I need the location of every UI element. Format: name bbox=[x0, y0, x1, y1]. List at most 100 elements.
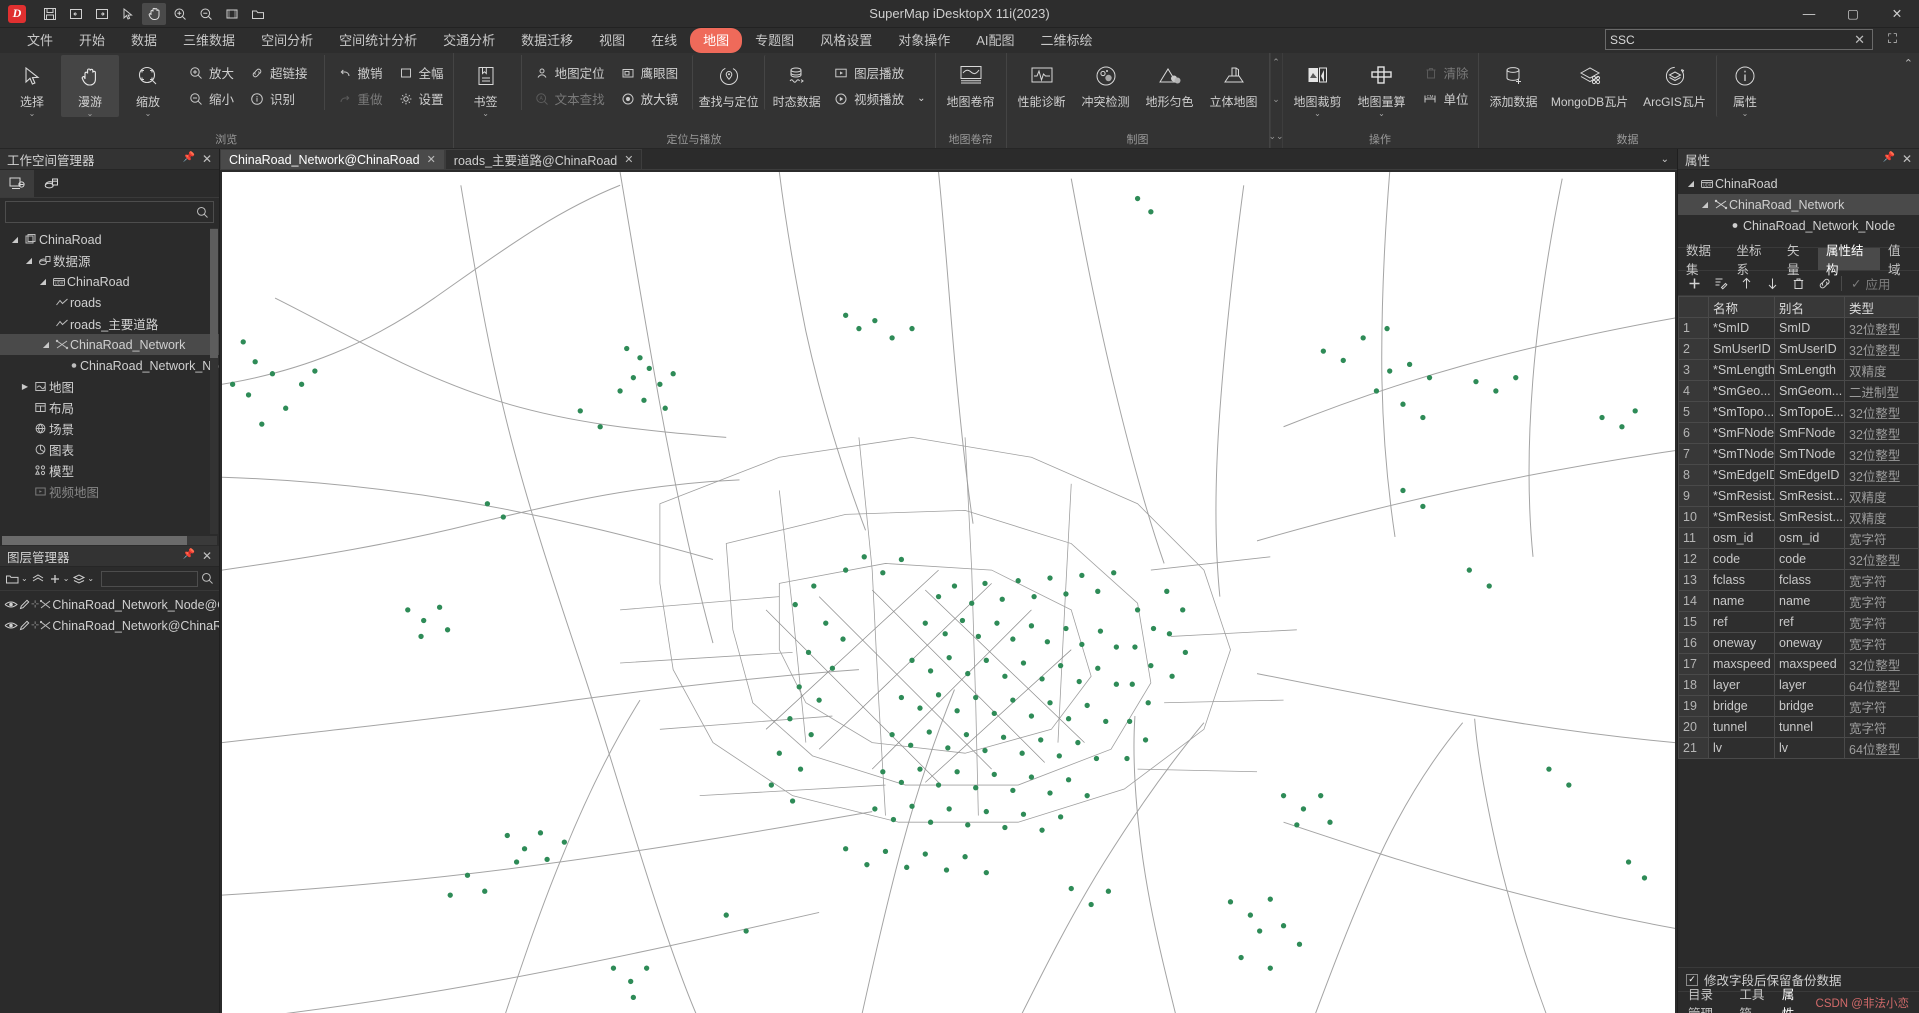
add-layer-icon[interactable] bbox=[31, 572, 45, 586]
eye-icon[interactable] bbox=[4, 620, 18, 631]
table-row[interactable]: 7 *SmTNode SmTNode 32位整型 bbox=[1678, 443, 1919, 465]
pin-icon[interactable]: 📌 bbox=[182, 549, 194, 563]
ribbon-scroll-control[interactable]: ⌃ ⌄ ⌄⌄ bbox=[1268, 53, 1284, 148]
bottom-tab-toolbox[interactable]: 工具箱 bbox=[1739, 984, 1766, 1013]
save-icon[interactable] bbox=[38, 3, 62, 25]
ribbon-text-search-button[interactable]: A 文本查找 bbox=[531, 87, 611, 110]
link-field-icon[interactable] bbox=[1812, 273, 1836, 294]
attr-tab-crs[interactable]: 坐标系 bbox=[1729, 244, 1780, 277]
tree-node-datasource-folder[interactable]: ◢ 数据源 bbox=[0, 250, 219, 271]
table-row[interactable]: 8 *SmEdgeID SmEdgeID 32位整型 bbox=[1678, 464, 1919, 486]
ribbon-select-button[interactable]: 选择 ⌄ bbox=[3, 55, 61, 118]
search-icon[interactable] bbox=[196, 206, 209, 219]
ribbon-pan-button[interactable]: 漫游 ⌄ bbox=[61, 55, 119, 118]
workspace-search-input[interactable] bbox=[10, 205, 196, 219]
tab-jiaotongfenxi[interactable]: 交通分析 bbox=[430, 28, 508, 53]
table-row[interactable]: 12 code code 32位整型 bbox=[1678, 548, 1919, 570]
chevron-down-icon[interactable]: ⌄ bbox=[145, 110, 152, 118]
table-row[interactable]: 9*SmResist...SmResist...双精度 bbox=[1678, 485, 1919, 507]
expand-window-icon[interactable]: ⛶ bbox=[1888, 31, 1897, 47]
move-down-icon[interactable] bbox=[1760, 273, 1784, 294]
ribbon-performance-button[interactable]: 性能诊断 bbox=[1010, 55, 1074, 110]
table-row[interactable]: 4 *SmGeo... SmGeom... 二进制型 bbox=[1678, 380, 1919, 402]
full-extent-icon[interactable] bbox=[220, 3, 244, 25]
chevron-down-icon[interactable]: ⌄ bbox=[1378, 110, 1385, 118]
attr-tree-node-chinaroad[interactable]: ◢ UDX ChinaRoad bbox=[1678, 173, 1919, 194]
zoom-in-icon[interactable] bbox=[168, 3, 192, 25]
tree-node-chinaroad-workspace[interactable]: ◢ ChinaRoad bbox=[0, 229, 219, 250]
table-row[interactable]: 19 bridge bridge 宽字符 bbox=[1678, 695, 1919, 717]
twisty-expanded-icon[interactable]: ◢ bbox=[22, 256, 36, 265]
scroll-up-icon[interactable]: ⌃ bbox=[1272, 57, 1280, 68]
ribbon-add-data-button[interactable]: 添加数据 bbox=[1482, 55, 1546, 110]
ribbon-zoom-button[interactable]: 缩放 ⌄ bbox=[119, 55, 177, 118]
table-row[interactable]: 21 lv lv 64位整型 bbox=[1678, 737, 1919, 759]
ribbon-identify-button[interactable]: 识别 bbox=[246, 87, 314, 110]
chevron-down-icon[interactable]: ⌄ bbox=[482, 110, 489, 118]
ribbon-unit-button[interactable]: CM 单位 bbox=[1420, 87, 1475, 110]
scroll-more-icon[interactable]: ⌄⌄ bbox=[1268, 131, 1283, 142]
workspace-tab-icon[interactable] bbox=[0, 170, 34, 197]
ribbon-magnifier-button[interactable]: 放大镜 bbox=[617, 87, 685, 110]
edit-pencil-icon[interactable] bbox=[18, 619, 31, 632]
table-row[interactable]: 14 name name 宽字符 bbox=[1678, 590, 1919, 612]
ribbon-search-input[interactable] bbox=[1610, 32, 1852, 47]
tab-shuju[interactable]: 数据 bbox=[118, 28, 170, 53]
workspace-tree-vscrollbar[interactable] bbox=[210, 228, 218, 534]
twisty-expanded-icon[interactable]: ◢ bbox=[1698, 200, 1712, 209]
attribute-tree[interactable]: ◢ UDX ChinaRoad ◢ ChinaRoad_Network Chin… bbox=[1678, 170, 1919, 248]
pin-icon[interactable]: 📌 bbox=[182, 152, 194, 166]
layer-selectable-icon[interactable]: ⊹ bbox=[31, 620, 39, 631]
tab-shitu[interactable]: 视图 bbox=[586, 28, 638, 53]
new-layer-group-icon[interactable]: ⌄ bbox=[5, 572, 28, 586]
attr-tab-structure[interactable]: 属性结构 bbox=[1818, 244, 1880, 277]
attr-tab-dataset[interactable]: 数据集 bbox=[1678, 244, 1729, 277]
chevron-down-icon[interactable]: ⌄ bbox=[917, 93, 925, 104]
table-row[interactable]: 1 *SmID SmID 32位整型 bbox=[1678, 317, 1919, 339]
tab-duixiangcaozuo[interactable]: 对象操作 bbox=[885, 28, 963, 53]
tab-zaixian[interactable]: 在线 bbox=[638, 28, 690, 53]
delete-field-icon[interactable] bbox=[1786, 273, 1810, 294]
tab-wenjian[interactable]: 文件 bbox=[14, 28, 66, 53]
table-row[interactable]: 2 SmUserID SmUserID 32位整型 bbox=[1678, 338, 1919, 360]
add-field-icon[interactable] bbox=[1682, 273, 1706, 294]
tree-node-model-folder[interactable]: 模型 bbox=[0, 460, 219, 481]
close-icon[interactable]: ✕ bbox=[202, 549, 212, 563]
table-row[interactable]: 20 tunnel tunnel 宽字符 bbox=[1678, 716, 1919, 738]
ribbon-find-locate-button[interactable]: 查找与定位 bbox=[692, 55, 764, 110]
bottom-tab-catalog[interactable]: 目录管理 bbox=[1688, 984, 1723, 1013]
ribbon-settings-button[interactable]: 设置 bbox=[395, 87, 450, 110]
chevron-down-icon[interactable]: ⌄ bbox=[29, 110, 36, 118]
ribbon-arcgis-tile-button[interactable]: ArcGIS瓦片 bbox=[1634, 55, 1716, 110]
table-row[interactable]: 6 *SmFNode SmFNode 32位整型 bbox=[1678, 422, 1919, 444]
zoom-out-icon[interactable] bbox=[194, 3, 218, 25]
bottom-tab-attribute[interactable]: 属性 bbox=[1782, 984, 1800, 1013]
tree-node-chinaroad-datasource[interactable]: ◢ UDX ChinaRoad bbox=[0, 271, 219, 292]
ribbon-bookmark-button[interactable]: 书签 ⌄ bbox=[457, 55, 515, 118]
tab-fenggeshezhi[interactable]: 风格设置 bbox=[807, 28, 885, 53]
ribbon-map-locate-button[interactable]: 地图定位 bbox=[531, 61, 611, 84]
table-row[interactable]: 17 maxspeed maxspeed 32位整型 bbox=[1678, 653, 1919, 675]
layer-row-network[interactable]: ⊹ ChinaRoad_Network@ChinaRoad bbox=[0, 615, 219, 636]
tree-node-roads[interactable]: roads bbox=[0, 292, 219, 313]
doc-tab-chinaroad-network[interactable]: ChinaRoad_Network@ChinaRoad ✕ bbox=[220, 149, 445, 169]
scroll-down-icon[interactable]: ⌄ bbox=[1272, 94, 1280, 105]
table-row[interactable]: 13 fclass fclass 宽字符 bbox=[1678, 569, 1919, 591]
table-row[interactable]: 18 layer layer 64位整型 bbox=[1678, 674, 1919, 696]
redo-arrow-right-icon[interactable] bbox=[90, 3, 114, 25]
tab-aipeitu[interactable]: AI配图 bbox=[963, 28, 1027, 53]
ribbon-layer-play-button[interactable]: 图层播放 bbox=[830, 61, 931, 84]
ribbon-fullextent-button[interactable]: 全幅 bbox=[395, 61, 450, 84]
maximize-button[interactable]: ▢ bbox=[1831, 0, 1875, 28]
attr-tab-vector[interactable]: 矢量 bbox=[1779, 244, 1818, 277]
tab-ditu[interactable]: 地图 bbox=[690, 28, 743, 53]
twisty-collapsed-icon[interactable]: ▶ bbox=[18, 382, 32, 391]
close-button[interactable]: ✕ bbox=[1875, 0, 1919, 28]
tab-kongjianfenxi[interactable]: 空间分析 bbox=[248, 28, 326, 53]
ribbon-stereo-map-button[interactable]: 立体地图 bbox=[1202, 55, 1266, 110]
ribbon-redo-button[interactable]: 重做 bbox=[334, 87, 389, 110]
ribbon-undo-button[interactable]: 撤销 bbox=[334, 61, 389, 84]
attribute-grid[interactable]: 名称 别名 类型 1 *SmID SmID 32位整型 2 SmUserID SmUser… bbox=[1678, 296, 1919, 967]
tree-node-maps-folder[interactable]: ▶ 地图 bbox=[0, 376, 219, 397]
eye-icon[interactable] bbox=[4, 599, 18, 610]
